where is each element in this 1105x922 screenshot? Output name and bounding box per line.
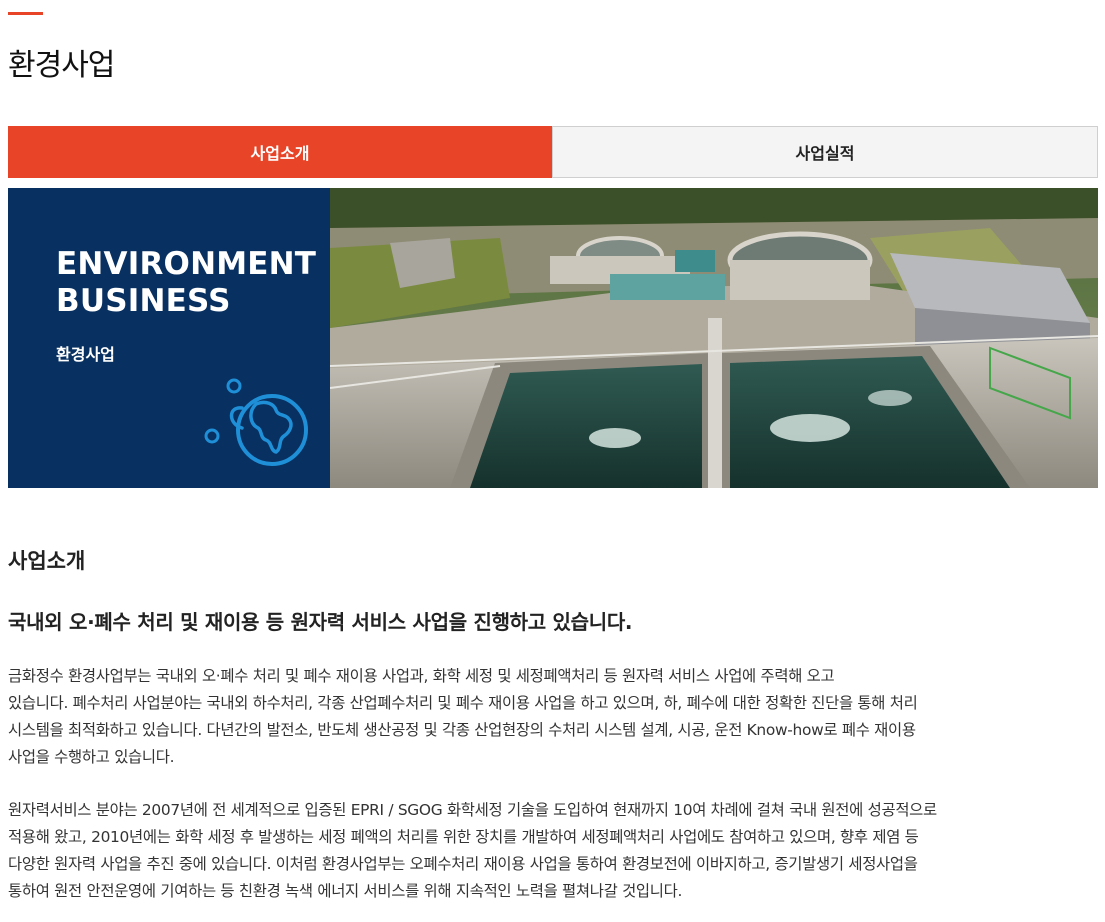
globe-leaf-icon	[204, 378, 308, 466]
paragraph-line: 원자력서비스 분야는 2007년에 전 세계적으로 입증된 EPRI / SGO…	[8, 801, 937, 819]
paragraph-line: 금화정수 환경사업부는 국내외 오·폐수 처리 및 폐수 재이용 사업과, 화학…	[8, 667, 835, 685]
hero-banner: ENVIRONMENT BUSINESS 환경사업	[8, 188, 1098, 488]
paragraph-line: 통하여 원전 안전운영에 기여하는 등 친환경 녹색 에너지 서비스를 위해 지…	[8, 882, 683, 900]
section-subheading: 국내외 오·폐수 처리 및 재이용 등 원자력 서비스 사업을 진행하고 있습니…	[8, 610, 633, 634]
banner-title-line2: BUSINESS	[56, 283, 231, 319]
banner-title-line1: ENVIRONMENT	[56, 246, 317, 282]
paragraph-line: 다양한 원자력 사업을 추진 중에 있습니다. 이처럼 환경사업부는 오폐수처리…	[8, 855, 918, 873]
intro-paragraph-2: 원자력서비스 분야는 2007년에 전 세계적으로 입증된 EPRI / SGO…	[8, 797, 1093, 905]
paragraph-line: 있습니다. 폐수처리 사업분야는 국내외 하수처리, 각종 산업폐수처리 및 폐…	[8, 694, 918, 712]
banner-title: ENVIRONMENT BUSINESS	[56, 246, 316, 320]
paragraph-line: 사업을 수행하고 있습니다.	[8, 748, 175, 766]
tab-business-record[interactable]: 사업실적	[552, 126, 1098, 178]
title-accent-bar	[8, 12, 43, 15]
page-title: 환경사업	[8, 48, 115, 83]
paragraph-line: 시스템을 최적화하고 있습니다. 다년간의 발전소, 반도체 생산공정 및 각종…	[8, 721, 916, 739]
banner-subtitle: 환경사업	[56, 345, 115, 364]
tab-business-intro[interactable]: 사업소개	[8, 126, 552, 178]
tab-bar: 사업소개 사업실적	[8, 126, 1098, 178]
intro-paragraph-1: 금화정수 환경사업부는 국내외 오·폐수 처리 및 폐수 재이용 사업과, 화학…	[8, 663, 1093, 771]
paragraph-line: 적용해 왔고, 2010년에는 화학 세정 후 발생하는 세정 폐액의 처리를 …	[8, 828, 919, 846]
water-treatment-plant-photo	[330, 188, 1098, 488]
banner-text-panel: ENVIRONMENT BUSINESS 환경사업	[8, 188, 330, 488]
section-heading: 사업소개	[8, 549, 86, 573]
